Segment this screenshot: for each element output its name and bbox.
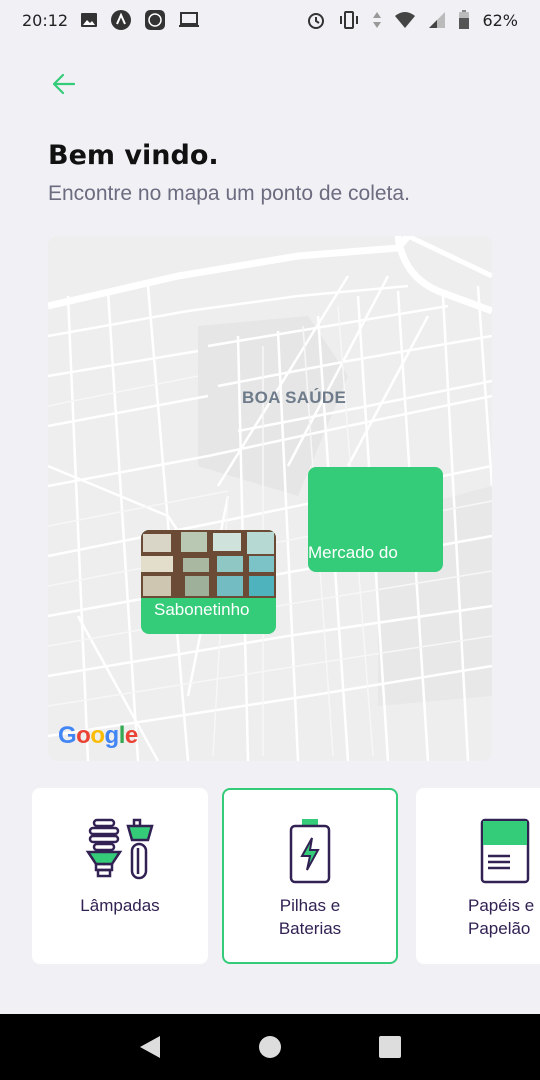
- nav-back-icon: [140, 1036, 160, 1058]
- map[interactable]: BOA SAÚDE Sabonetinho Mercado do Google: [48, 236, 492, 761]
- map-marker-mercado[interactable]: Mercado do: [308, 467, 443, 572]
- arrow-left-icon: [52, 73, 76, 99]
- signal-icon: [428, 11, 446, 29]
- neighborhood-label: BOA SAÚDE: [242, 388, 347, 407]
- nav-home-icon: [259, 1036, 281, 1058]
- back-button[interactable]: [44, 66, 84, 106]
- item-label-line1: Papéis e: [468, 896, 535, 915]
- marker-label: Mercado do: [308, 543, 398, 562]
- status-bar: 20:12 62%: [0, 0, 540, 40]
- item-label: Pilhas e Baterias: [224, 894, 396, 940]
- page-title: Bem vindo.: [48, 140, 219, 171]
- battery-icon: [458, 10, 470, 30]
- item-label: Papéis e Papelão: [418, 894, 540, 940]
- app-box-icon: [144, 9, 166, 31]
- paper-icon: [418, 818, 540, 888]
- app-a-icon: [110, 9, 132, 31]
- nav-home-button[interactable]: [245, 1022, 295, 1072]
- battery-item-icon: [224, 818, 396, 888]
- marker-label: Sabonetinho: [154, 600, 250, 619]
- google-logo: Google: [58, 722, 138, 749]
- data-arrows-icon: [372, 10, 382, 30]
- items-list: Lâmpadas Pilhas e Baterias Papéis e Pape: [32, 788, 540, 964]
- status-time: 20:12: [22, 10, 69, 30]
- item-label: Lâmpadas: [34, 894, 206, 917]
- alarm-icon: [306, 10, 326, 30]
- status-left: 20:12: [22, 9, 200, 31]
- image-icon: [80, 12, 98, 28]
- marker-photo: [141, 530, 276, 598]
- item-label-line2: Papelão: [468, 919, 531, 938]
- vibrate-icon: [338, 10, 360, 30]
- page-subtitle: Encontre no mapa um ponto de coleta.: [48, 182, 410, 205]
- nav-recents-icon: [379, 1036, 401, 1058]
- system-nav-bar: [0, 1014, 540, 1080]
- item-label-line2: Baterias: [278, 919, 342, 938]
- item-lampadas[interactable]: Lâmpadas: [32, 788, 208, 964]
- item-label-line1: Lâmpadas: [80, 896, 160, 915]
- status-right: 62%: [306, 10, 518, 30]
- wifi-icon: [394, 11, 416, 29]
- item-papeis-papelao[interactable]: Papéis e Papelão: [416, 788, 540, 964]
- nav-recents-button[interactable]: [365, 1022, 415, 1072]
- map-marker-sabonetinho[interactable]: Sabonetinho: [141, 530, 276, 634]
- laptop-icon: [178, 11, 200, 29]
- item-label-line1: Pilhas e: [279, 896, 341, 915]
- lamps-icon: [34, 818, 206, 888]
- battery-percent: 62%: [482, 10, 518, 30]
- nav-back-button[interactable]: [125, 1022, 175, 1072]
- item-pilhas-baterias[interactable]: Pilhas e Baterias: [222, 788, 398, 964]
